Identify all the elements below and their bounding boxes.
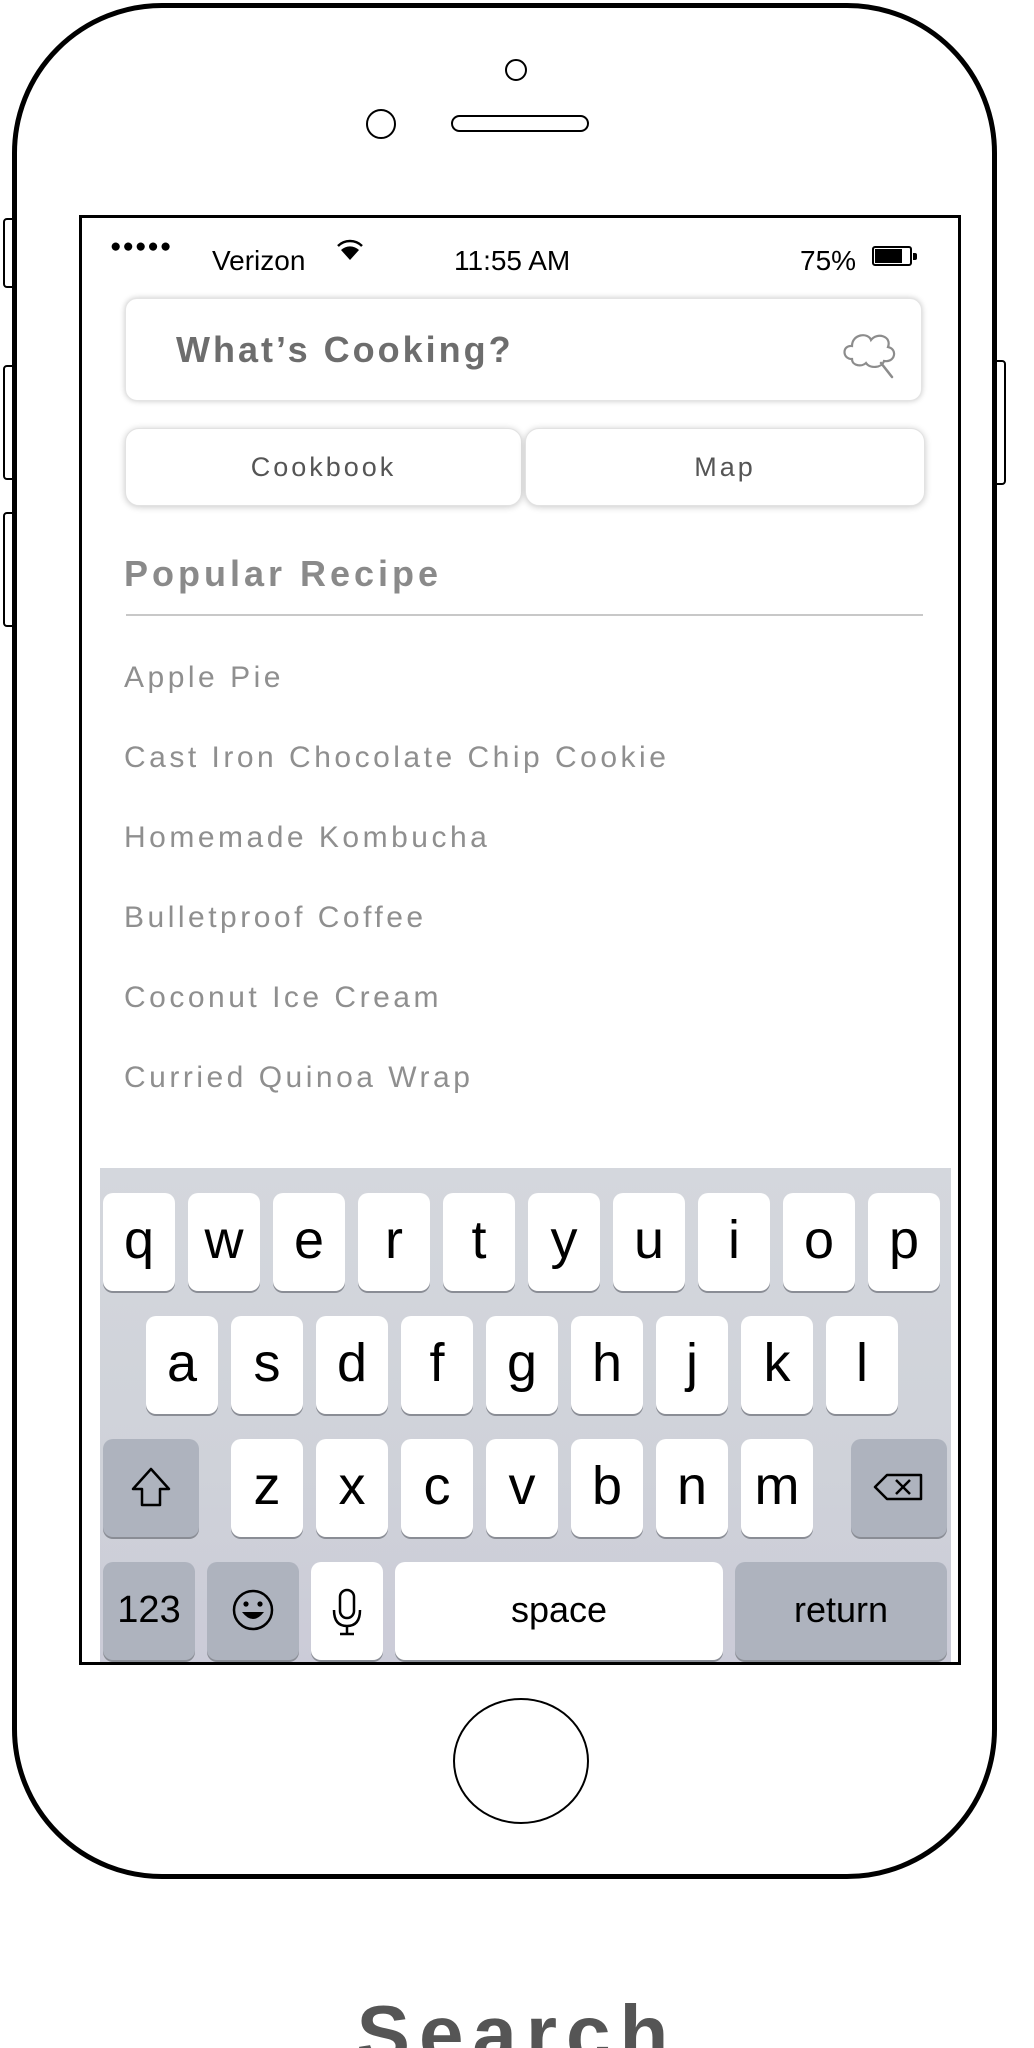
divider — [126, 614, 923, 616]
home-button[interactable] — [453, 1698, 589, 1824]
emoji-key[interactable] — [207, 1562, 299, 1660]
section-title: Popular Recipe — [124, 553, 443, 594]
signal-icon: ●●●●● — [110, 236, 173, 257]
key-z[interactable]: z — [231, 1439, 303, 1537]
battery-icon — [872, 246, 917, 266]
key-h[interactable]: h — [571, 1316, 643, 1414]
microphone-icon — [332, 1588, 362, 1636]
key-r[interactable]: r — [358, 1193, 430, 1291]
search-bar[interactable] — [125, 298, 922, 401]
key-a[interactable]: a — [146, 1316, 218, 1414]
key-o[interactable]: o — [783, 1193, 855, 1291]
recipe-item-chocolate-chip-cookie[interactable]: Cast Iron Chocolate Chip Cookie — [124, 738, 669, 818]
key-b[interactable]: b — [571, 1439, 643, 1537]
key-c[interactable]: c — [401, 1439, 473, 1537]
phone-frame: ●●●●● Verizon 11:55 AM 75% What’s Cookin… — [12, 3, 997, 1879]
recipe-item-bulletproof-coffee[interactable]: Bulletproof Coffee — [124, 898, 669, 978]
key-i[interactable]: i — [698, 1193, 770, 1291]
return-key[interactable]: return — [735, 1562, 947, 1660]
cloud-magnifier-icon[interactable] — [838, 325, 902, 385]
emoji-icon — [232, 1589, 274, 1631]
recipe-item-coconut-ice-cream[interactable]: Coconut Ice Cream — [124, 978, 669, 1058]
recipe-item-kombucha[interactable]: Homemade Kombucha — [124, 818, 669, 898]
key-p[interactable]: p — [868, 1193, 940, 1291]
key-d[interactable]: d — [316, 1316, 388, 1414]
key-v[interactable]: v — [486, 1439, 558, 1537]
key-m[interactable]: m — [741, 1439, 813, 1537]
shift-icon — [131, 1467, 171, 1507]
key-f[interactable]: f — [401, 1316, 473, 1414]
backspace-key[interactable] — [851, 1439, 947, 1537]
key-j[interactable]: j — [656, 1316, 728, 1414]
key-s[interactable]: s — [231, 1316, 303, 1414]
sensor-icon — [366, 109, 396, 139]
key-x[interactable]: x — [316, 1439, 388, 1537]
app-screen: ●●●●● Verizon 11:55 AM 75% What’s Cookin… — [79, 215, 961, 1665]
key-t[interactable]: t — [443, 1193, 515, 1291]
cookbook-button[interactable]: Cookbook — [125, 428, 522, 506]
recipe-item-apple-pie[interactable]: Apple Pie — [124, 658, 669, 738]
key-n[interactable]: n — [656, 1439, 728, 1537]
key-y[interactable]: y — [528, 1193, 600, 1291]
page-caption: Search — [356, 1989, 678, 2048]
search-input[interactable] — [176, 327, 776, 373]
recipe-item-quinoa-wrap[interactable]: Curried Quinoa Wrap — [124, 1058, 669, 1138]
space-key[interactable]: space — [395, 1562, 723, 1660]
key-q[interactable]: q — [103, 1193, 175, 1291]
key-g[interactable]: g — [486, 1316, 558, 1414]
keyboard: q w e r t y u i o p a s d f g h j k l z … — [100, 1168, 951, 1662]
wifi-icon — [337, 237, 363, 268]
microphone-key[interactable] — [311, 1562, 383, 1660]
key-k[interactable]: k — [741, 1316, 813, 1414]
earpiece-speaker — [451, 115, 589, 132]
backspace-icon — [873, 1473, 923, 1501]
key-u[interactable]: u — [613, 1193, 685, 1291]
key-w[interactable]: w — [188, 1193, 260, 1291]
status-bar: ●●●●● Verizon 11:55 AM 75% — [82, 218, 958, 276]
numbers-key[interactable]: 123 — [103, 1562, 195, 1660]
key-e[interactable]: e — [273, 1193, 345, 1291]
carrier-name: Verizon — [212, 245, 306, 276]
shift-key[interactable] — [103, 1439, 199, 1537]
key-l[interactable]: l — [826, 1316, 898, 1414]
status-time: 11:55 AM — [454, 245, 571, 276]
camera-icon — [505, 59, 527, 81]
battery-percent: 75% — [800, 245, 857, 276]
recipe-list: Apple Pie Cast Iron Chocolate Chip Cooki… — [124, 658, 669, 1138]
map-button[interactable]: Map — [525, 428, 925, 506]
